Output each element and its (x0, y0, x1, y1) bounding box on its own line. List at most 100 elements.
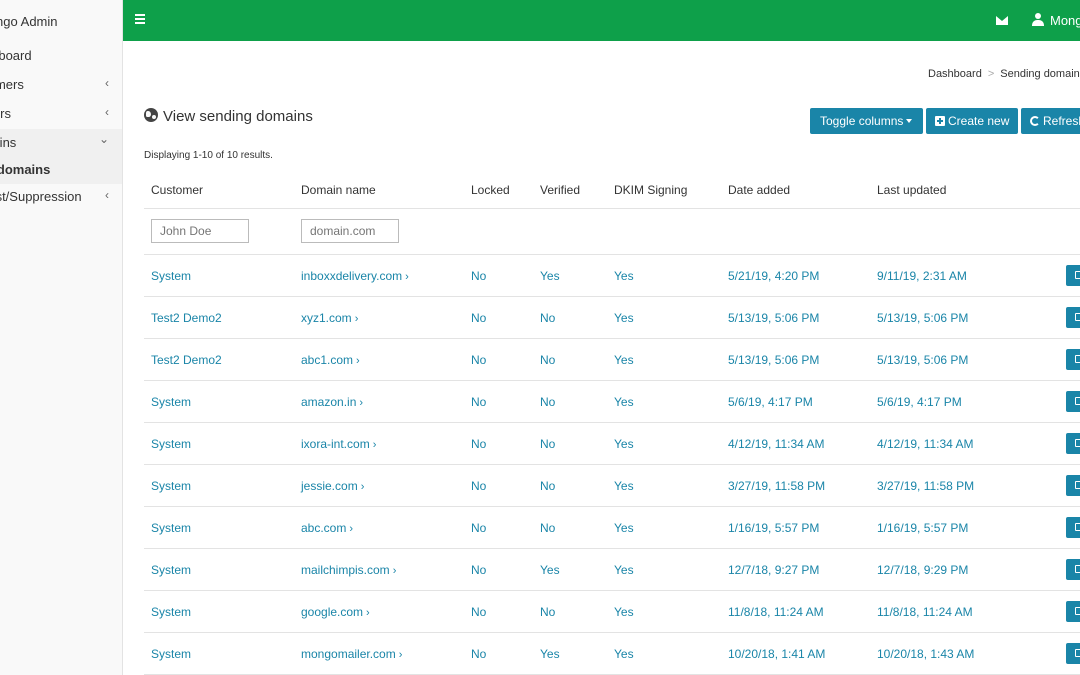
edit-button[interactable] (1066, 391, 1080, 412)
verified-cell-text: No (540, 353, 556, 367)
column-header-domain[interactable]: Domain name (301, 183, 376, 197)
customer-cell[interactable]: System (151, 395, 191, 409)
breadcrumb-dashboard[interactable]: Dashboard (928, 68, 982, 80)
sidebar-item-sending-domains[interactable]: Sending domains (0, 156, 122, 184)
table-row: Test2 Demo2 xyz1.com › No No Yes 5/13/19, 5:06… (144, 297, 1080, 339)
sidebar-item-domains[interactable]: Domains ⌄ (0, 129, 122, 157)
date-added-cell: 1/16/19, 5:57 PM (728, 521, 819, 535)
edit-icon (1075, 439, 1080, 447)
user-icon[interactable] (1032, 13, 1044, 26)
domain-link[interactable]: abc1.com › (301, 353, 360, 367)
domain-link[interactable]: ixora-int.com › (301, 437, 376, 451)
domain-link[interactable]: google.com › (301, 605, 370, 619)
toggle-columns-button[interactable]: Toggle columns (810, 108, 923, 134)
verified-cell: No (540, 395, 555, 409)
chevron-right-icon: › (398, 649, 403, 661)
create-new-button[interactable]: Create new (926, 108, 1018, 134)
domain-link[interactable]: abc.com › (301, 521, 353, 535)
customer-cell[interactable]: System (151, 563, 191, 577)
table-row: System google.com › No No Yes 11/8/18, 11:24 A… (144, 591, 1080, 633)
domain-link[interactable]: xyz1.com › (301, 311, 358, 325)
last-updated-cell-text: 12/7/18, 9:29 PM (877, 563, 969, 577)
sidebar-item-blacklist[interactable]: Blacklist/Suppression ‹ (0, 183, 122, 211)
date-added-cell-text: 5/6/19, 4:17 PM (728, 395, 813, 409)
column-header-locked[interactable]: Locked (471, 183, 510, 197)
domain-filter-input[interactable] (301, 219, 399, 243)
edit-button[interactable] (1066, 517, 1080, 538)
last-updated-cell: 1/16/19, 5:57 PM (877, 521, 968, 535)
locked-cell-text: No (471, 647, 487, 661)
refresh-button[interactable]: Refresh (1021, 108, 1080, 134)
menu-toggle-icon[interactable] (135, 14, 145, 24)
column-header-dkim[interactable]: DKIM Signing (614, 183, 687, 197)
globe-icon (144, 108, 158, 122)
edit-button[interactable] (1066, 601, 1080, 622)
column-header-last-updated[interactable]: Last updated (877, 183, 946, 197)
customer-cell[interactable]: System (151, 269, 191, 283)
edit-button[interactable] (1066, 349, 1080, 370)
last-updated-cell: 9/11/19, 2:31 AM (877, 269, 967, 283)
domain-link[interactable]: amazon.in › (301, 395, 363, 409)
user-menu[interactable]: Mongo (1050, 13, 1080, 28)
column-header-date-added[interactable]: Date added (728, 183, 790, 197)
create-new-label: Create new (948, 114, 1010, 128)
dkim-cell-text: Yes (614, 521, 634, 535)
mail-icon[interactable] (996, 16, 1008, 25)
toggle-columns-label: Toggle columns (820, 114, 904, 128)
dkim-cell: Yes (614, 311, 634, 325)
chevron-right-icon: › (405, 271, 409, 283)
column-header-customer[interactable]: Customer (151, 183, 203, 197)
domains-table: Customer Domain name Locked Verified DKI… (144, 171, 1080, 675)
edit-button[interactable] (1066, 475, 1080, 496)
customer-cell[interactable]: Test2 Demo2 (151, 311, 222, 325)
table-row: Test2 Demo2 abc1.com › No No Yes 5/13/19, 5:06… (144, 339, 1080, 381)
table-header: Customer Domain name Locked Verified DKI… (144, 171, 1080, 209)
customer-cell[interactable]: System (151, 605, 191, 619)
table-row: System abc.com › No No Yes 1/16/19, 5:57 PM 1/1… (144, 507, 1080, 549)
customer-filter-input[interactable] (151, 219, 249, 243)
sidebar-item-users[interactable]: Users ‹ (0, 100, 122, 128)
domain-link[interactable]: inboxxdelivery.com › (301, 269, 409, 283)
dkim-cell: Yes (614, 521, 634, 535)
top-navbar: Mongo (123, 0, 1080, 41)
page-title: View sending domains (144, 108, 313, 125)
date-added-cell-text: 11/8/18, 11:24 AM (728, 605, 824, 619)
page-title-text: View sending domains (163, 108, 313, 125)
domain-link-text: mongomailer.com (301, 647, 396, 661)
customer-cell-text: System (151, 269, 192, 283)
customer-cell[interactable]: System (151, 521, 191, 535)
domain-link-text: xyz1.com (301, 311, 352, 325)
breadcrumb-separator: > (987, 68, 995, 80)
dkim-cell-text: Yes (614, 563, 634, 577)
date-added-cell: 5/6/19, 4:17 PM (728, 395, 813, 409)
chevron-right-icon: › (366, 607, 370, 619)
sidebar-item-label: Sending domains (0, 162, 51, 177)
edit-button[interactable] (1066, 265, 1080, 286)
customer-cell[interactable]: System (151, 647, 191, 661)
locked-cell-text: No (471, 437, 487, 451)
edit-button[interactable] (1066, 307, 1080, 328)
last-updated-cell: 12/7/18, 9:29 PM (877, 563, 968, 577)
dkim-cell: Yes (614, 437, 634, 451)
edit-button[interactable] (1066, 643, 1080, 664)
sidebar-item-customers[interactable]: Customers ‹ (0, 71, 122, 99)
column-header-verified[interactable]: Verified (540, 183, 580, 197)
customer-cell[interactable]: System (151, 437, 191, 451)
chevron-right-icon: › (360, 481, 365, 493)
customer-cell[interactable]: Test2 Demo2 (151, 353, 222, 367)
locked-cell-text: No (471, 395, 487, 409)
locked-cell-text: No (471, 521, 487, 535)
domain-link[interactable]: jessie.com › (301, 479, 364, 493)
edit-button[interactable] (1066, 433, 1080, 454)
last-updated-cell-text: 3/27/19, 11:58 PM (877, 479, 975, 493)
sidebar-item-dashboard[interactable]: Dashboard (0, 42, 122, 70)
dkim-cell-text: Yes (614, 395, 634, 409)
chevron-left-icon: ‹ (105, 105, 109, 119)
date-added-cell-text: 1/16/19, 5:57 PM (728, 521, 820, 535)
domain-link[interactable]: mailchimpis.com › (301, 563, 396, 577)
edit-button[interactable] (1066, 559, 1080, 580)
domain-link[interactable]: mongomailer.com › (301, 647, 402, 661)
customer-cell[interactable]: System (151, 479, 191, 493)
locked-cell-text: No (471, 311, 487, 325)
date-added-cell: 5/13/19, 5:06 PM (728, 353, 819, 367)
